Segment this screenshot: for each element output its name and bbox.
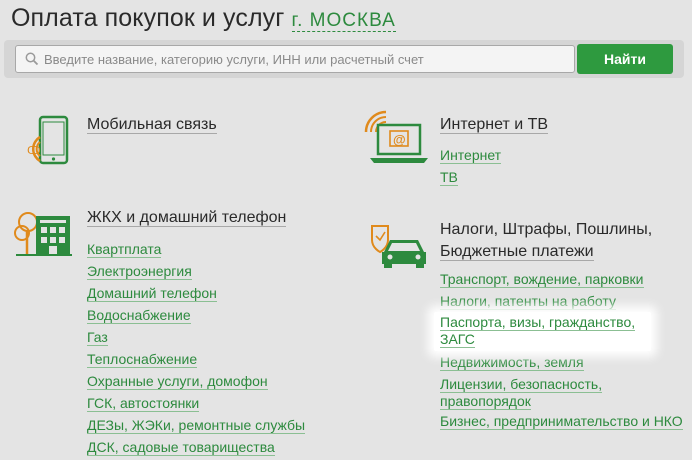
link-electricity[interactable]: Электроэнергия (87, 260, 305, 282)
svg-text:@: @ (393, 132, 406, 147)
link-internet-text[interactable]: Интернет (440, 147, 502, 164)
category-title-taxes-line2[interactable]: Бюджетные платежи (440, 243, 594, 261)
taxes-links: Транспорт, вождение, парковки Налоги, па… (434, 268, 692, 432)
laptop-wifi-icon: @ (364, 110, 428, 163)
city-selector[interactable]: г. МОСКВА (291, 10, 396, 32)
link-garages-text[interactable]: ГСК, автостоянки (87, 395, 200, 412)
link-dez-zhek-text[interactable]: ДЕЗы, ЖЭКи, ремонтные службы (87, 417, 306, 434)
link-real-estate-text[interactable]: Недвижимость, земля (440, 354, 584, 371)
housing-links: Квартплата Электроэнергия Домашний телеф… (87, 238, 306, 458)
link-security-intercom-text[interactable]: Охранные услуги, домофон (87, 373, 268, 390)
category-title-internet[interactable]: Интернет и ТВ (440, 114, 549, 136)
link-real-estate[interactable]: Недвижимость, земля (440, 351, 692, 373)
find-button[interactable]: Найти (577, 44, 673, 74)
link-dsk[interactable]: ДСК, садовые товарищества (87, 436, 305, 458)
link-passports-visas-text[interactable]: Паспорта, визы, гражданство, ЗАГС (440, 314, 636, 348)
search-input[interactable] (44, 48, 564, 70)
search-icon (25, 52, 39, 66)
page-title: Оплата покупок и услуг г. МОСКВА (11, 4, 396, 33)
link-transport-text[interactable]: Транспорт, вождение, парковки (440, 271, 644, 288)
link-gas[interactable]: Газ (87, 326, 305, 348)
svg-text:ↀ: ↀ (27, 145, 41, 157)
link-internet[interactable]: Интернет (440, 144, 502, 166)
link-licenses[interactable]: Лицензии, безопасность, правопорядок (440, 376, 692, 410)
category-title-housing-text[interactable]: ЖКХ и домашний телефон (87, 209, 287, 227)
link-business[interactable]: Бизнес, предпринимательство и НКО (440, 413, 692, 430)
link-licenses-text[interactable]: Лицензии, безопасность, правопорядок (440, 376, 603, 410)
link-security-intercom[interactable]: Охранные услуги, домофон (87, 370, 305, 392)
link-kvartplata-text[interactable]: Квартплата (87, 241, 162, 258)
internet-links: Интернет ТВ (440, 144, 502, 188)
link-dez-zhek[interactable]: ДЕЗы, ЖЭКи, ремонтные службы (87, 414, 306, 436)
search-bar: Найти (4, 40, 684, 78)
link-kvartplata[interactable]: Квартплата (87, 238, 305, 260)
link-transport[interactable]: Транспорт, вождение, парковки (440, 268, 692, 290)
page-title-text: Оплата покупок и услуг (11, 4, 285, 32)
link-water-text[interactable]: Водоснабжение (87, 307, 191, 324)
link-dsk-text[interactable]: ДСК, садовые товарищества (87, 439, 275, 456)
link-tv-text[interactable]: ТВ (440, 169, 458, 186)
link-passports-visas[interactable]: Паспорта, визы, гражданство, ЗАГС (434, 312, 651, 351)
link-home-phone-text[interactable]: Домашний телефон (87, 285, 217, 302)
category-title-taxes[interactable]: Налоги, Штрафы, Пошлины, Бюджетные плате… (440, 219, 652, 263)
category-title-mobile-text[interactable]: Мобильная связь (87, 116, 217, 134)
link-home-phone[interactable]: Домашний телефон (87, 282, 305, 304)
link-water[interactable]: Водоснабжение (87, 304, 305, 326)
house-tree-icon (14, 212, 72, 256)
link-business-text[interactable]: Бизнес, предпринимательство и НКО (440, 413, 683, 430)
link-tv[interactable]: ТВ (440, 166, 501, 188)
car-shield-icon (371, 225, 426, 268)
link-gas-text[interactable]: Газ (87, 329, 108, 346)
category-title-taxes-line1[interactable]: Налоги, Штрафы, Пошлины, (440, 221, 652, 238)
link-electricity-text[interactable]: Электроэнергия (87, 263, 192, 280)
category-title-housing[interactable]: ЖКХ и домашний телефон (87, 207, 287, 229)
search-field (15, 45, 575, 73)
link-heating[interactable]: Теплоснабжение (87, 348, 305, 370)
link-taxes-patents[interactable]: Налоги, патенты на работу (440, 290, 692, 312)
category-title-internet-text[interactable]: Интернет и ТВ (440, 116, 549, 134)
link-heating-text[interactable]: Теплоснабжение (87, 351, 198, 368)
category-title-mobile[interactable]: Мобильная связь (87, 114, 217, 136)
mobile-phone-icon: ↀ (27, 115, 69, 165)
link-garages[interactable]: ГСК, автостоянки (87, 392, 305, 414)
link-taxes-patents-text[interactable]: Налоги, патенты на работу (440, 293, 616, 310)
